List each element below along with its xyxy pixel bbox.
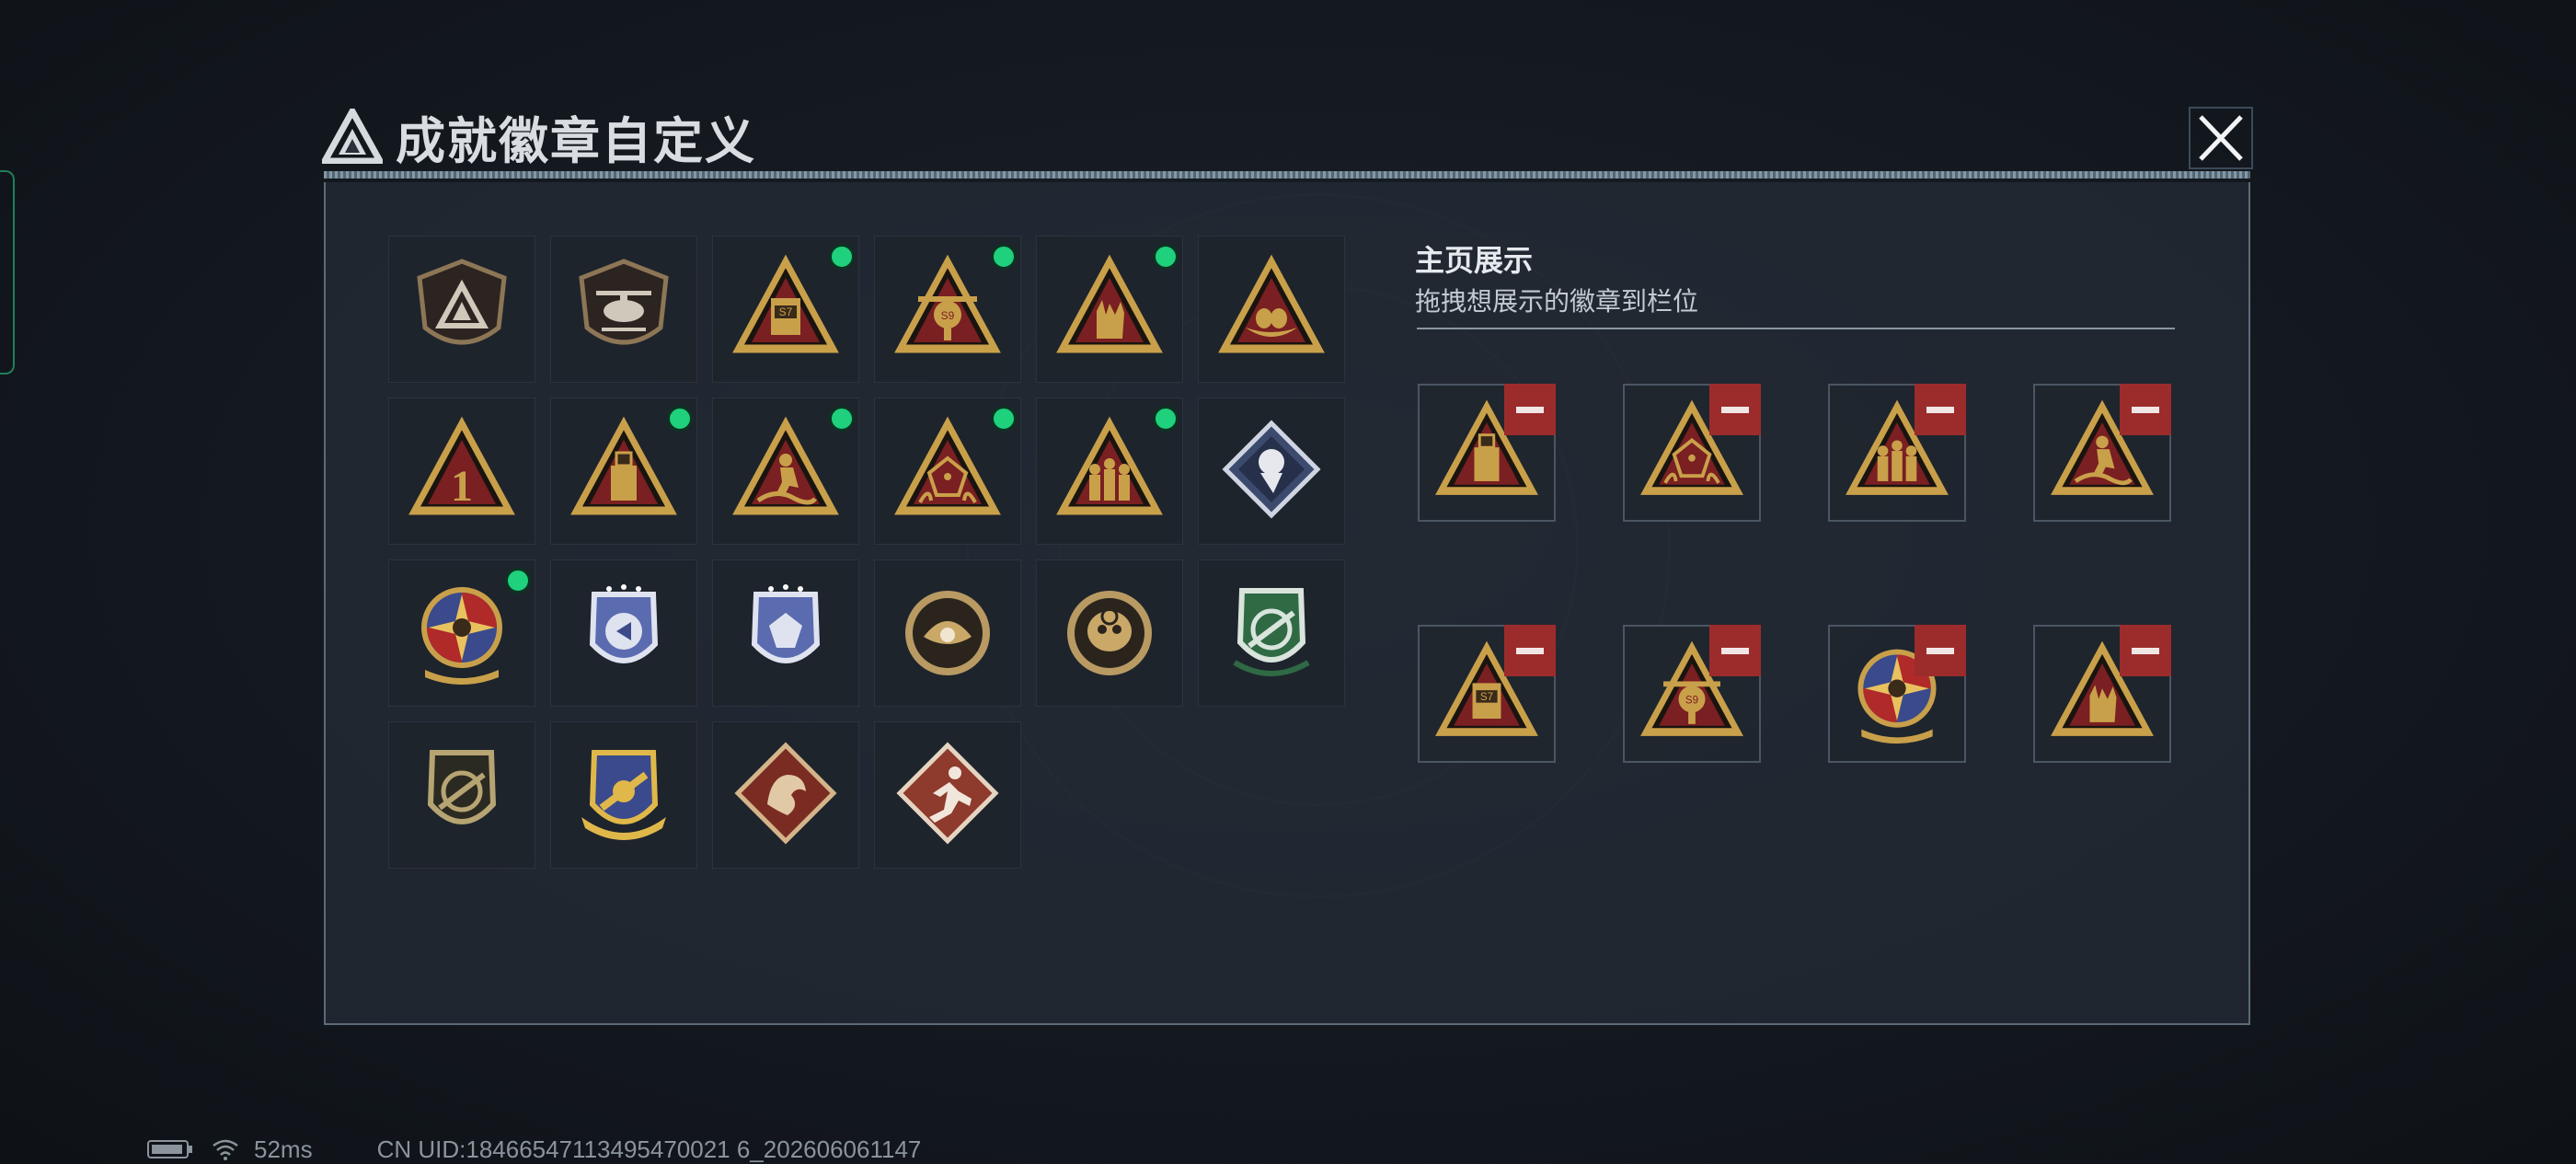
equipped-indicator — [829, 406, 855, 432]
showcase-slot[interactable] — [1828, 384, 1966, 522]
showcase-slot[interactable] — [1623, 384, 1761, 522]
badge-cell[interactable] — [1198, 236, 1345, 383]
hand-gesture-triangle-badge-icon — [1056, 254, 1163, 353]
remove-badge-button[interactable] — [1915, 625, 1966, 676]
badge-cell[interactable] — [874, 559, 1021, 707]
minus-icon — [2132, 647, 2159, 654]
badge-cell[interactable]: 1 — [388, 398, 535, 545]
badge-cell[interactable] — [1036, 236, 1183, 383]
uid-text: CN UID:18466547113495470021 6_2026060611… — [376, 1135, 922, 1163]
showcase-slot[interactable] — [2033, 625, 2171, 763]
remove-badge-button[interactable] — [2120, 384, 2171, 435]
badge-cell[interactable] — [388, 721, 535, 869]
showcase-slot[interactable] — [1418, 384, 1556, 522]
remove-badge-button[interactable] — [1504, 384, 1556, 435]
badge-cell[interactable]: S9 — [874, 236, 1021, 383]
wifi-icon — [213, 1139, 238, 1160]
showcase-slot[interactable] — [2033, 384, 2171, 522]
sprinter-diamond-badge-icon — [896, 742, 999, 845]
battery-icon — [147, 1140, 192, 1158]
minus-icon — [1721, 406, 1749, 413]
minus-icon — [1926, 406, 1954, 413]
s7-triangle-badge-icon: S7 — [732, 254, 839, 353]
badge-cell[interactable] — [550, 236, 697, 383]
minus-icon — [1516, 647, 1544, 654]
equipped-indicator — [1153, 244, 1179, 270]
badge-grid: S7 S9 1 — [388, 236, 1345, 869]
triangle-logo-icon — [322, 109, 383, 164]
showcase-subtitle: 拖拽想展示的徽章到栏位 — [1415, 286, 1699, 317]
badge-cell[interactable] — [550, 559, 697, 707]
badge-cell[interactable] — [550, 398, 697, 545]
remove-badge-button[interactable] — [2120, 625, 2171, 676]
showcase-slot[interactable]: S7 — [1418, 625, 1556, 763]
egg-nest-triangle-badge-icon — [1218, 254, 1325, 353]
badge-cell[interactable] — [1036, 398, 1183, 545]
equipped-indicator — [667, 406, 693, 432]
minus-icon — [2132, 406, 2159, 413]
compass-star-medal-badge-icon — [421, 587, 502, 685]
showcase-heading: 主页展示 — [1415, 243, 1534, 278]
blue-gem-shield-badge-icon — [751, 584, 821, 663]
showcase-slot[interactable] — [1828, 625, 1966, 763]
badge-cell[interactable] — [550, 721, 697, 869]
skull-crosshair-badge-icon — [1067, 591, 1152, 675]
svg-text:S7: S7 — [779, 305, 793, 318]
badge-cell[interactable] — [712, 559, 859, 707]
shield-logo-badge-icon — [417, 259, 507, 345]
dragon-diamond-badge-icon — [734, 742, 837, 845]
remove-badge-button[interactable] — [1709, 625, 1761, 676]
soldiers-triangle-badge-icon — [1056, 416, 1163, 515]
close-icon — [2189, 107, 2253, 169]
minus-icon — [1721, 647, 1749, 654]
pearl-clam-badge-icon — [905, 591, 990, 675]
badge-cell[interactable] — [712, 398, 859, 545]
svg-text:S7: S7 — [1480, 691, 1493, 703]
showcase-slot[interactable]: S9 — [1623, 625, 1761, 763]
minus-icon — [1516, 406, 1544, 413]
equipped-indicator — [1153, 406, 1179, 432]
dice-triangle-badge-icon — [894, 416, 1001, 515]
rifle-target-badge-icon — [427, 750, 497, 824]
left-edge-tab[interactable] — [0, 170, 15, 375]
badge-cell[interactable] — [712, 721, 859, 869]
svg-text:1: 1 — [451, 462, 473, 511]
dialog-title: 成就徽章自定义 — [396, 111, 756, 170]
badge-cell[interactable] — [1198, 398, 1345, 545]
equipped-indicator — [991, 244, 1017, 270]
equipped-indicator — [505, 568, 531, 594]
green-rifle-target-badge-icon — [1233, 588, 1310, 676]
s9-triangle-badge-icon: S9 — [894, 254, 1001, 353]
rose-diamond-badge-icon — [1222, 420, 1321, 519]
equipped-indicator — [829, 244, 855, 270]
dialog-header: 成就徽章自定义 — [322, 99, 2254, 173]
badge-cell[interactable] — [388, 559, 535, 707]
gold-wings-emblem-badge-icon — [581, 750, 666, 840]
badge-cell[interactable] — [874, 398, 1021, 545]
equipped-indicator — [991, 406, 1017, 432]
status-bar: 52ms CN UID:18466547113495470021 6_20260… — [147, 1135, 921, 1163]
svg-text:S9: S9 — [941, 309, 955, 322]
close-button[interactable] — [2188, 106, 2254, 170]
showcase-divider — [1417, 328, 2175, 329]
helicopter-shield-badge-icon — [579, 259, 669, 345]
badge-cell[interactable] — [874, 721, 1021, 869]
surfer-triangle-badge-icon — [732, 416, 839, 515]
badge-cell[interactable] — [1036, 559, 1183, 707]
title-divider — [324, 171, 2250, 179]
badge-cell[interactable] — [388, 236, 535, 383]
number-one-triangle-badge-icon: 1 — [408, 416, 515, 515]
remove-badge-button[interactable] — [1504, 625, 1556, 676]
minus-icon — [1926, 647, 1954, 654]
usb-drive-triangle-badge-icon — [570, 416, 677, 515]
remove-badge-button[interactable] — [1915, 384, 1966, 435]
badge-cell[interactable] — [1198, 559, 1345, 707]
remove-badge-button[interactable] — [1709, 384, 1761, 435]
blue-winged-shield-badge-icon — [589, 584, 659, 663]
ping-value: 52ms — [254, 1135, 313, 1163]
badge-cell[interactable]: S7 — [712, 236, 859, 383]
svg-text:S9: S9 — [1685, 695, 1698, 707]
